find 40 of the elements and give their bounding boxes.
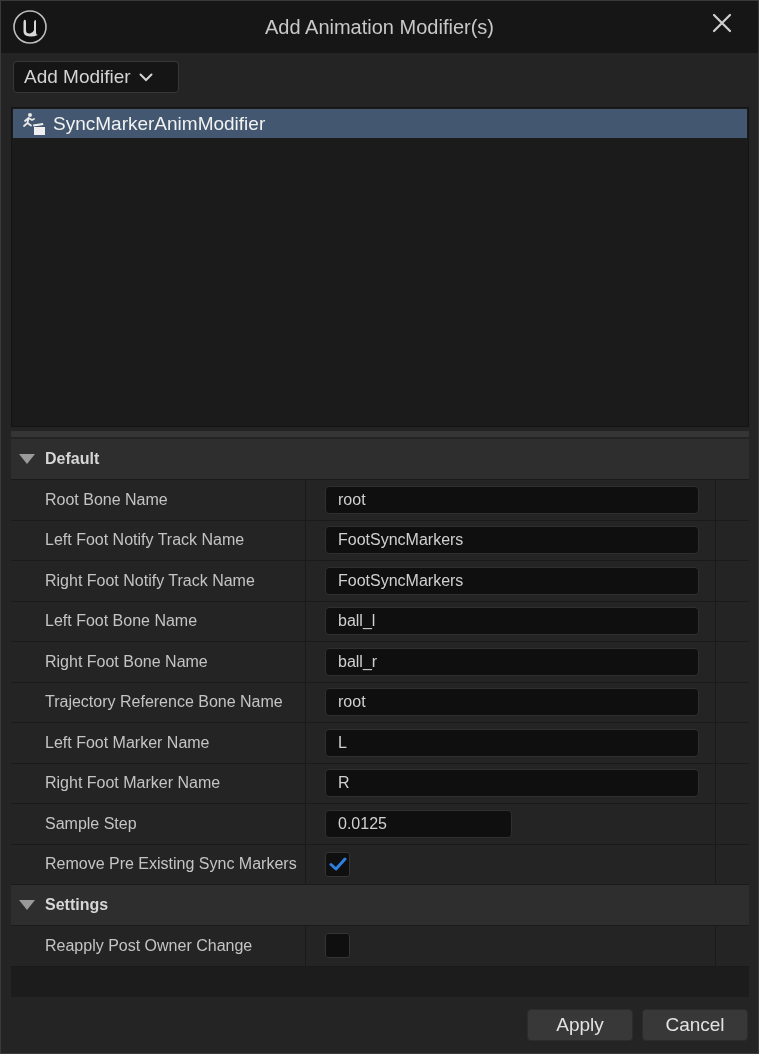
running-figure-icon [21,111,45,136]
text-field[interactable]: L [325,728,699,757]
category-label: Default [45,450,100,468]
property-label: Right Foot Marker Name [45,774,221,793]
dialog-button[interactable]: Cancel [642,1009,748,1041]
number-field[interactable]: 0.0125 [325,809,512,838]
triangle-icon [19,900,35,910]
checkbox[interactable] [325,933,350,959]
category-header[interactable]: Default [11,439,749,480]
property-label: Left Foot Marker Name [45,733,210,752]
checkbox[interactable] [325,851,350,877]
chevron-down-icon [138,72,153,82]
property-label: Sample Step [45,814,137,833]
text-field[interactable]: FootSyncMarkers [325,566,699,595]
text-field[interactable]: root [325,688,699,717]
text-field[interactable]: root [325,485,699,514]
property-label: Left Foot Bone Name [45,612,198,631]
close-button[interactable] [712,13,732,33]
text-field[interactable]: ball_l [325,607,699,636]
logo-icon [13,10,47,44]
text-field[interactable]: ball_r [325,647,699,676]
add-modifier-dropdown[interactable]: Add Modifier [13,61,179,93]
property-label: Root Bone Name [45,490,168,509]
property-label: Reapply Post Owner Change [45,936,253,955]
modifier-list-item[interactable]: SyncMarkerAnimModifier [13,109,747,138]
checkmark-icon [328,857,347,872]
window-title: Add Animation Modifier(s) [265,15,494,39]
property-label: Right Foot Bone Name [45,652,208,671]
property-label: Right Foot Notify Track Name [45,571,255,590]
category-label: Settings [45,896,109,914]
text-field[interactable]: R [325,769,699,798]
property-label: Trajectory Reference Bone Name [45,693,283,712]
triangle-icon [19,454,35,464]
dialog-button[interactable]: Apply [527,1009,633,1041]
modifier-label: SyncMarkerAnimModifier [53,112,266,135]
text-field[interactable]: FootSyncMarkers [325,526,699,555]
category-header[interactable]: Settings [11,885,749,926]
property-label: Left Foot Notify Track Name [45,531,245,550]
close-icon [712,13,732,33]
property-label: Remove Pre Existing Sync Markers [45,855,297,874]
